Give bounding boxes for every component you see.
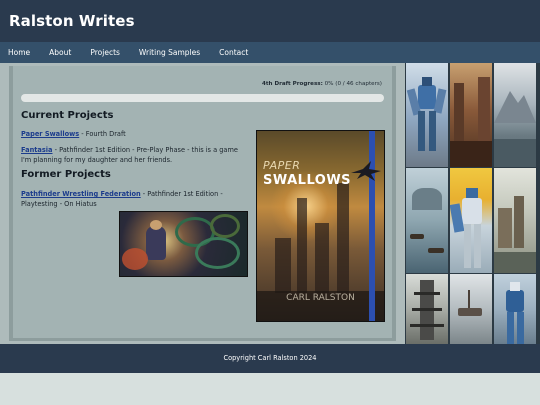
- project-entry-fantasia: Fantasia - Pathfinder 1st Edition - Pre-…: [21, 146, 249, 165]
- main-nav: Home About Projects Writing Samples Cont…: [0, 42, 540, 63]
- cover-author: CARL RALSTON: [286, 293, 355, 303]
- pagoda-roof: [412, 308, 442, 311]
- draft-progress-value: 0% (0 / 46 chapters): [324, 81, 382, 87]
- artwork-gallery: [405, 63, 540, 344]
- paper-swallows-link[interactable]: Paper Swallows: [21, 130, 79, 138]
- island-shape: [412, 188, 442, 210]
- project-entry-paper-swallows: Paper Swallows - Fourth Draft: [21, 130, 241, 140]
- mech-torso: [462, 198, 482, 224]
- mountain-icon: [494, 91, 536, 123]
- pathfinder-wrestling-link[interactable]: Pathfinder Wrestling Federation: [21, 190, 141, 198]
- wrestling-artwork-image: [119, 211, 248, 277]
- cover-building: [337, 183, 349, 293]
- fantasia-link[interactable]: Fantasia: [21, 146, 53, 154]
- gallery-tile-street[interactable]: [450, 63, 492, 167]
- tentacle-shape: [195, 237, 240, 269]
- former-projects-heading: Former Projects: [21, 169, 111, 180]
- nav-link-projects[interactable]: Projects: [90, 48, 120, 57]
- main-content: 4th Draft Progress: 0% (0 / 46 chapters)…: [9, 66, 396, 341]
- mech-head: [466, 188, 478, 198]
- wrestler-head: [150, 220, 162, 230]
- mech-leg: [429, 111, 436, 151]
- ship-shape: [458, 308, 482, 316]
- wrestler-figure: [146, 226, 166, 260]
- nav-link-contact[interactable]: Contact: [219, 48, 248, 57]
- site-title[interactable]: Ralston Writes: [9, 12, 135, 30]
- gallery-tile-mech-3[interactable]: [494, 274, 536, 344]
- creature-figure: [122, 248, 148, 270]
- nav-link-about[interactable]: About: [49, 48, 71, 57]
- mech-torso: [506, 290, 524, 312]
- paper-swallows-status: - Fourth Draft: [79, 130, 126, 138]
- tentacle-shape: [210, 214, 240, 238]
- ship-mast: [468, 290, 470, 308]
- project-entry-pathfinder-wrestling: Pathfinder Wrestling Federation - Pathfi…: [21, 190, 231, 209]
- cover-building: [315, 223, 329, 293]
- fantasia-description: - Pathfinder 1st Edition - Pre-Play Phas…: [21, 146, 238, 164]
- gallery-tile-pagoda[interactable]: [406, 274, 448, 344]
- mech-torso: [418, 85, 436, 109]
- mech-leg: [507, 312, 514, 344]
- swallow-bird-icon: [351, 161, 381, 181]
- pagoda-roof: [414, 292, 440, 295]
- mech-leg: [474, 224, 481, 268]
- pagoda-roof: [410, 324, 444, 327]
- street-shape: [450, 141, 492, 167]
- building-shape: [498, 208, 512, 248]
- gallery-tile-village[interactable]: [494, 168, 536, 273]
- cover-building: [297, 198, 307, 293]
- gallery-tile-mech-2[interactable]: [450, 168, 492, 273]
- site-header: Ralston Writes: [0, 0, 540, 42]
- mech-head: [510, 282, 520, 291]
- cover-title-line2: SWALLOWS: [263, 173, 352, 188]
- current-projects-heading: Current Projects: [21, 110, 114, 121]
- footer-copyright: Copyright Carl Ralston 2024: [223, 354, 317, 362]
- draft-progress-bar: [21, 94, 384, 102]
- mech-head: [422, 77, 432, 86]
- boat-shape: [428, 248, 444, 253]
- nav-link-writing-samples[interactable]: Writing Samples: [139, 48, 200, 57]
- gallery-tile-harbor[interactable]: [406, 168, 448, 273]
- mech-leg: [418, 111, 425, 151]
- paper-swallows-cover-image: PAPER SWALLOWS CARL RALSTON: [256, 130, 385, 322]
- gallery-tile-ships[interactable]: [450, 274, 492, 344]
- mech-leg: [464, 224, 471, 268]
- water-shape: [494, 139, 536, 167]
- building-shape: [514, 196, 524, 248]
- mech-leg: [517, 312, 524, 344]
- gallery-tile-mech-1[interactable]: [406, 63, 448, 167]
- cover-title-line1: PAPER: [263, 159, 301, 172]
- site-footer: Copyright Carl Ralston 2024: [0, 344, 540, 373]
- gallery-tile-mountain[interactable]: [494, 63, 536, 167]
- water-shape: [494, 252, 536, 273]
- draft-progress-text: 4th Draft Progress: 0% (0 / 46 chapters): [262, 81, 382, 87]
- boat-shape: [410, 234, 424, 239]
- draft-progress-label: 4th Draft Progress:: [261, 81, 323, 87]
- cover-building: [275, 238, 291, 293]
- nav-link-home[interactable]: Home: [8, 48, 30, 57]
